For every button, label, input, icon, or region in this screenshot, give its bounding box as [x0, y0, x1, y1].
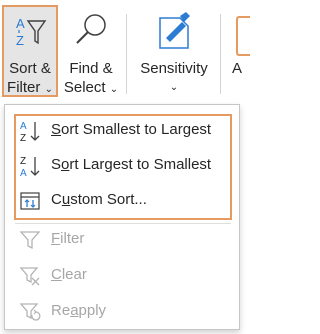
sensitivity-button[interactable]: Sensitivity ⌄ — [136, 6, 212, 100]
find-select-button[interactable]: Find & Select ⌄ — [62, 6, 120, 100]
accelerator-key: C — [51, 266, 62, 283]
svg-text:A: A — [20, 121, 27, 132]
custom-sort-icon — [20, 192, 40, 210]
menu-item-label: ort Smallest to Largest — [61, 121, 212, 138]
sort-filter-label-line2: Filter — [7, 79, 41, 96]
chevron-down-icon: ⌄ — [44, 84, 53, 95]
sensitivity-icon — [159, 12, 190, 49]
menu-item-custom-sort[interactable]: Custom Sort... — [5, 183, 235, 217]
menu-item-sort-largest-to-smallest[interactable]: Z A Sort Largest to Smallest — [5, 148, 235, 182]
accelerator-key: S — [51, 121, 62, 138]
sort-filter-button[interactable]: A Z Sort & Filter ⌄ — [2, 5, 58, 97]
find-select-label-line2: Select — [63, 79, 106, 96]
sort-descending-icon: Z A — [20, 156, 40, 177]
reapply-filter-icon — [19, 303, 41, 321]
magnifier-icon — [76, 14, 106, 44]
svg-text:A: A — [20, 168, 27, 177]
sort-ascending-icon: A Z — [20, 121, 40, 142]
sort-filter-label-line1: Sort & — [9, 60, 51, 77]
chevron-down-icon: ⌄ — [109, 84, 119, 95]
partial-ribbon-button[interactable]: A — [226, 6, 250, 100]
svg-text:Z: Z — [20, 133, 26, 142]
menu-item-label: lear — [61, 266, 87, 283]
menu-item-label: ilter — [60, 230, 85, 247]
find-select-label-line1: Find & — [69, 60, 113, 77]
partial-button-icon — [236, 16, 250, 56]
clear-filter-icon — [19, 267, 40, 286]
sort-filter-dropdown-menu: A Z Sort Smallest to Largest Z A Sort La… — [4, 104, 240, 330]
partial-button-label: A — [232, 60, 243, 77]
svg-text:Z: Z — [16, 33, 24, 48]
chevron-down-icon: ⌄ — [169, 82, 179, 93]
accelerator-key: u — [61, 191, 71, 208]
ribbon-separator — [126, 14, 127, 94]
menu-item-label: rt Largest to Smallest — [69, 156, 212, 173]
sensitivity-label: Sensitivity — [140, 60, 208, 77]
svg-text:A: A — [16, 16, 25, 31]
ribbon: A Z Sort & Filter ⌄ Find & Select ⌄ Sens — [0, 0, 250, 104]
menu-item-filter[interactable]: Filter — [5, 222, 235, 256]
menu-item-label: stom Sort... — [70, 191, 147, 208]
sort-filter-icon: A Z — [16, 16, 47, 48]
menu-item-reapply[interactable]: Reapply — [5, 294, 235, 328]
filter-icon — [19, 231, 41, 250]
svg-text:Z: Z — [20, 156, 26, 167]
accelerator-key: F — [51, 230, 61, 247]
menu-item-sort-smallest-to-largest[interactable]: A Z Sort Smallest to Largest — [5, 113, 235, 147]
menu-item-label: pply — [78, 302, 107, 319]
menu-item-clear[interactable]: Clear — [5, 258, 235, 292]
accelerator-key: a — [70, 302, 79, 319]
ribbon-separator — [220, 14, 221, 94]
